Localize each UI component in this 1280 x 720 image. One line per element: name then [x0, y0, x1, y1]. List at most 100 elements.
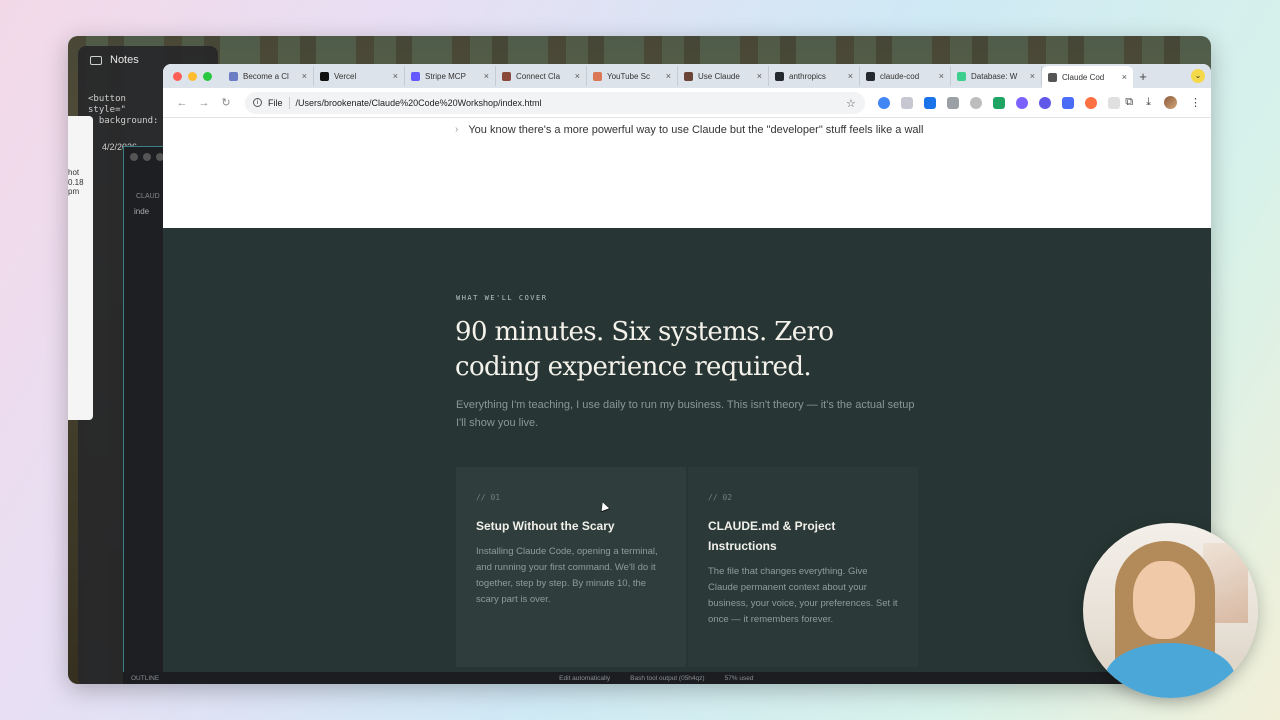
extension-icon[interactable] [1016, 97, 1028, 109]
desktop-screen: Notes <button style=" background: #E8 4/… [68, 36, 1211, 684]
notes-title: Notes [110, 54, 139, 66]
browser-tab[interactable]: Database: W × [951, 66, 1042, 86]
bash-output-status[interactable]: Bash tool output (05h4qz) [630, 675, 704, 682]
bookmark-star-icon[interactable]: ☆ [846, 97, 856, 110]
url-divider [288, 96, 290, 109]
tab-search-icon[interactable]: ⌄ [1191, 69, 1205, 83]
module-cards: // 01 Setup Without the Scary Installing… [456, 467, 918, 667]
context-usage-status: 57% used [724, 674, 754, 682]
back-arrow-icon[interactable]: ← [171, 97, 193, 109]
tab-close-icon[interactable]: × [393, 71, 398, 81]
new-tab-button[interactable]: + [1133, 69, 1153, 84]
browser-tab[interactable]: Use Claude × [678, 66, 769, 86]
tab-title: Database: W [971, 71, 1018, 81]
tab-close-icon[interactable]: × [666, 71, 671, 81]
code-editor-window[interactable]: CLAUD inde [123, 146, 168, 684]
list-item: › You know there's a more powerful way t… [455, 121, 925, 139]
curriculum-section: WHAT WE'LL COVER 90 minutes. Six systems… [163, 228, 1211, 684]
extension-icon[interactable] [878, 97, 890, 109]
module-card[interactable]: // 02 CLAUDE.md & Project Instructions T… [688, 467, 918, 667]
section-subheadline: Everything I'm teaching, I use daily to … [456, 399, 915, 429]
bullet-text: You know there's a more powerful way to … [468, 124, 924, 136]
window-controls [163, 71, 223, 81]
tab-favicon-icon [593, 71, 602, 81]
tab-favicon-icon [411, 71, 420, 81]
close-window-button[interactable] [173, 71, 182, 81]
extension-icon[interactable] [901, 97, 913, 109]
card-number: // 01 [476, 493, 501, 502]
tab-favicon-icon [502, 71, 511, 81]
browser-tab[interactable]: claude-cod × [860, 66, 951, 86]
extension-icon[interactable] [993, 97, 1005, 109]
edit-mode-status[interactable]: Edit automatically [559, 675, 610, 682]
extension-icon[interactable] [1062, 97, 1074, 109]
webcam-overlay [1083, 523, 1258, 698]
kebab-menu-icon[interactable]: ⋮ [1190, 96, 1201, 109]
tab-title: Become a Cl [243, 71, 289, 81]
module-card[interactable]: // 01 Setup Without the Scary Installing… [456, 467, 686, 667]
screenshot-panel[interactable]: hot 0.18 pm [68, 116, 93, 420]
tab-favicon-icon [957, 71, 966, 81]
browser-tab[interactable]: YouTube Sc × [587, 66, 678, 86]
chevron-right-icon: › [455, 124, 459, 135]
scheme-label: File [268, 97, 283, 108]
card-description: Installing Claude Code, opening a termin… [476, 546, 658, 605]
forward-arrow-icon[interactable]: → [193, 97, 215, 109]
tab-favicon-icon [320, 71, 329, 81]
tab-close-icon[interactable]: × [1122, 72, 1127, 82]
browser-tab[interactable]: anthropics × [769, 66, 860, 86]
browser-tab[interactable]: Claude Cod × [1042, 66, 1133, 88]
url-text[interactable]: /Users/brookenate/Claude%20Code%20Worksh… [296, 98, 542, 108]
editor-status-bar: OUTLINE Edit automatically Bash tool out… [123, 672, 1211, 684]
minimize-window-button[interactable] [188, 71, 197, 81]
browser-tab[interactable]: Become a Cl × [223, 66, 314, 86]
browser-tab[interactable]: Connect Cla × [496, 66, 587, 86]
extension-icon[interactable] [924, 97, 936, 109]
card-title: Setup Without the Scary [476, 519, 615, 533]
editor-file-item[interactable]: inde [134, 207, 149, 216]
card-description: The file that changes everything. Give C… [708, 566, 898, 625]
extension-icon[interactable] [947, 97, 959, 109]
tab-close-icon[interactable]: × [575, 71, 580, 81]
extension-icon[interactable] [1039, 97, 1051, 109]
tab-title: Vercel [334, 71, 357, 81]
puzzle-icon[interactable]: ⧉ [1125, 96, 1133, 109]
maximize-window-button[interactable] [203, 71, 212, 81]
tab-close-icon[interactable]: × [848, 71, 853, 81]
presenter-face [1133, 561, 1195, 639]
section-headline: 90 minutes. Six systems. Zero coding exp… [455, 317, 834, 382]
tab-close-icon[interactable]: × [757, 71, 762, 81]
extension-icon[interactable] [1108, 97, 1120, 109]
reload-icon[interactable]: ↻ [215, 96, 237, 109]
extensions-row [878, 97, 1120, 109]
browser-tab[interactable]: Stripe MCP × [405, 66, 496, 86]
camera-icon[interactable] [970, 97, 982, 109]
web-page: › You know there's a more powerful way t… [163, 118, 1211, 684]
tabs-list: Become a Cl × Vercel × Stripe MCP × Connect Cl… [223, 64, 1133, 88]
browser-tools: ⧉ ⤓ ⋮ [1125, 96, 1201, 109]
screenshot-label: hot [68, 168, 80, 177]
outline-label[interactable]: OUTLINE [131, 675, 159, 682]
card-number: // 02 [708, 493, 733, 502]
card-title: CLAUDE.md & Project Instructions [708, 519, 836, 553]
tab-favicon-icon [775, 71, 784, 81]
info-icon[interactable]: i [253, 98, 262, 107]
tab-title: Use Claude [698, 71, 740, 81]
tab-close-icon[interactable]: × [302, 71, 307, 81]
browser-tab[interactable]: Vercel × [314, 66, 405, 86]
tab-strip: Become a Cl × Vercel × Stripe MCP × Connect Cl… [163, 64, 1211, 88]
tab-title: YouTube Sc [607, 71, 650, 81]
tab-close-icon[interactable]: × [939, 71, 944, 81]
folder-icon [90, 55, 102, 65]
tab-favicon-icon [866, 71, 875, 81]
tab-close-icon[interactable]: × [484, 71, 489, 81]
browser-window: Become a Cl × Vercel × Stripe MCP × Connect Cl… [163, 64, 1211, 684]
extension-icon[interactable] [1085, 97, 1097, 109]
tab-close-icon[interactable]: × [1030, 71, 1035, 81]
download-icon[interactable]: ⤓ [1146, 96, 1151, 109]
address-bar[interactable]: i File /Users/brookenate/Claude%20Code%2… [245, 91, 865, 114]
profile-avatar[interactable] [1164, 96, 1177, 109]
screenshot-time: 0.18 pm [68, 178, 84, 196]
tab-title: Claude Cod [1062, 72, 1105, 82]
tab-title: Connect Cla [516, 71, 561, 81]
